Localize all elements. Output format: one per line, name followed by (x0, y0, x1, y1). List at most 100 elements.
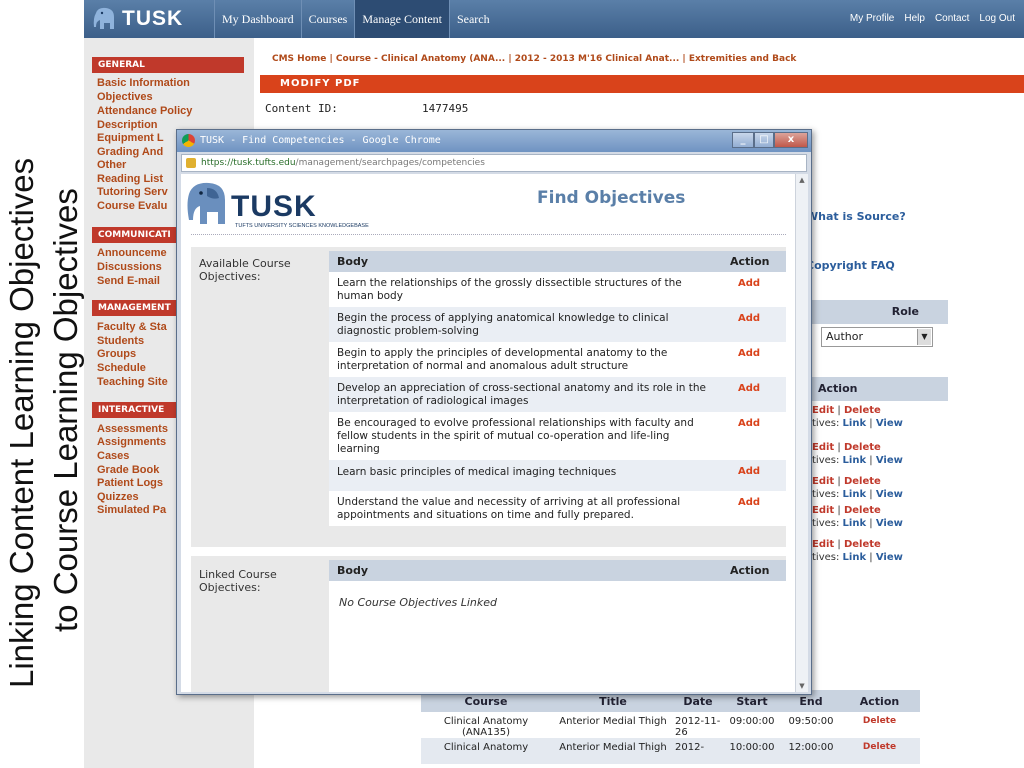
sidebar-item[interactable]: Equipment L (97, 132, 164, 144)
sidebar-item[interactable]: Attendance Policy (97, 105, 192, 117)
col-body: Body (329, 560, 722, 581)
nav-search[interactable]: Search (448, 0, 497, 38)
address-bar[interactable]: https://tusk.tufts.edu/management/search… (181, 154, 807, 172)
add-button[interactable]: Add (722, 412, 786, 460)
sidebar-item[interactable]: Send E-mail (97, 275, 160, 287)
scroll-down-icon[interactable]: ▼ (796, 680, 808, 692)
delete-link[interactable]: Delete (844, 476, 881, 487)
table-row: Begin the process of applying anatomical… (329, 307, 786, 342)
available-label: Available Course Objectives: (199, 257, 291, 283)
nav-my-profile[interactable]: My Profile (845, 0, 899, 38)
what-is-source-link[interactable]: What is Source? (806, 210, 906, 223)
cell-end: 12:00:00 (783, 738, 839, 764)
link-link[interactable]: Link (843, 518, 867, 529)
link-link[interactable]: Link (843, 552, 867, 563)
view-link[interactable]: View (876, 552, 903, 563)
action-row: Edit | Delete tives: Link | View (812, 476, 903, 500)
delete-link[interactable]: Delete (844, 505, 881, 516)
add-button[interactable]: Add (722, 272, 786, 307)
view-link[interactable]: View (876, 489, 903, 500)
view-link[interactable]: View (876, 455, 903, 466)
window-titlebar[interactable]: TUSK - Find Competencies - Google Chrome… (177, 130, 811, 152)
link-link[interactable]: Link (843, 418, 867, 429)
nav-courses[interactable]: Courses (300, 0, 355, 38)
objective-body: Begin to apply the principles of develop… (329, 342, 722, 377)
cell-title: Anterior Medial Thigh (559, 716, 667, 727)
window-title: TUSK - Find Competencies - Google Chrome (200, 135, 441, 146)
delete-link[interactable]: Delete (844, 405, 881, 416)
minimize-icon[interactable]: _ (732, 132, 754, 148)
sidebar-item[interactable]: Objectives (97, 91, 153, 103)
delete-link[interactable]: Delete (844, 539, 881, 550)
close-icon[interactable]: x (774, 132, 808, 148)
maximize-icon[interactable]: □ (754, 132, 774, 148)
delete-link[interactable]: Delete (839, 712, 920, 738)
linked-objectives-table: Body Action (329, 560, 786, 692)
view-link[interactable]: View (876, 518, 903, 529)
action-header: Action (808, 377, 948, 401)
sidebar-item[interactable]: Assignments (97, 436, 166, 448)
sidebar-item[interactable]: Faculty & Sta (97, 321, 167, 333)
sidebar-item[interactable]: Announceme (97, 247, 167, 259)
cell-course: Clinical Anatomy (421, 738, 551, 764)
content-id-value: 1477495 (422, 102, 469, 115)
add-button[interactable]: Add (722, 491, 786, 526)
content-id-label: Content ID: (265, 102, 338, 115)
edit-link[interactable]: Edit (812, 505, 834, 516)
action-prefix: tives: (812, 489, 840, 500)
action-prefix: tives: (812, 518, 840, 529)
sidebar-item[interactable]: Teaching Site (97, 376, 168, 388)
nav-contact[interactable]: Contact (930, 0, 974, 38)
link-link[interactable]: Link (843, 489, 867, 500)
role-select[interactable]: Author ▼ (821, 327, 933, 347)
nav-manage-content[interactable]: Manage Content (354, 0, 449, 38)
sidebar-item[interactable]: Course Evalu (97, 200, 167, 212)
edit-link[interactable]: Edit (812, 405, 834, 416)
objective-body: Learn basic principles of medical imagin… (329, 460, 722, 491)
delete-link[interactable]: Delete (844, 442, 881, 453)
sidebar-item[interactable]: Simulated Pa (97, 504, 166, 516)
edit-link[interactable]: Edit (812, 476, 834, 487)
slide-title-line-2: to Course Learning Objectives (47, 188, 84, 632)
sidebar-item[interactable]: Reading List (97, 173, 163, 185)
view-link[interactable]: View (876, 418, 903, 429)
delete-link[interactable]: Delete (839, 738, 920, 764)
sidebar-item[interactable]: Basic Information (97, 77, 190, 89)
action-prefix: tives: (812, 552, 840, 563)
sidebar-item[interactable]: Cases (97, 450, 129, 462)
tusk-logo[interactable]: TUSK (92, 4, 183, 34)
sidebar-item[interactable]: Other (97, 159, 126, 171)
section-bar-modify-pdf: MODIFY PDF (260, 75, 1024, 93)
copyright-faq-link[interactable]: Copyright FAQ (806, 259, 895, 272)
edit-link[interactable]: Edit (812, 539, 834, 550)
scroll-up-icon[interactable]: ▲ (796, 174, 808, 186)
sidebar-item[interactable]: Grading And (97, 146, 163, 158)
table-row: Learn the relationships of the grossly d… (329, 272, 786, 307)
table-row: Learn basic principles of medical imagin… (329, 460, 786, 491)
sidebar-item[interactable]: Tutoring Serv (97, 186, 168, 198)
sidebar-item[interactable]: Quizzes (97, 491, 139, 503)
linked-label: Linked Course Objectives: (199, 568, 277, 594)
add-button[interactable]: Add (722, 377, 786, 412)
divider (191, 234, 786, 235)
sidebar-item[interactable]: Groups (97, 348, 136, 360)
sidebar-item[interactable]: Patient Logs (97, 477, 163, 489)
role-header: Role (808, 300, 948, 324)
link-link[interactable]: Link (843, 455, 867, 466)
sidebar-item[interactable]: Students (97, 335, 144, 347)
nav-log-out[interactable]: Log Out (974, 0, 1020, 38)
sidebar-item[interactable]: Description (97, 119, 158, 131)
add-button[interactable]: Add (722, 307, 786, 342)
sidebar-item[interactable]: Assessments (97, 423, 168, 435)
objective-body: Be encouraged to evolve professional rel… (329, 412, 722, 460)
breadcrumb[interactable]: CMS Home | Course - Clinical Anatomy (AN… (272, 54, 796, 64)
sidebar-item[interactable]: Grade Book (97, 464, 159, 476)
sidebar-item[interactable]: Discussions (97, 261, 162, 273)
edit-link[interactable]: Edit (812, 442, 834, 453)
scrollbar[interactable]: ▲ ▼ (795, 174, 808, 692)
nav-my-dashboard[interactable]: My Dashboard (214, 0, 301, 38)
add-button[interactable]: Add (722, 342, 786, 377)
nav-help[interactable]: Help (899, 0, 930, 38)
add-button[interactable]: Add (722, 460, 786, 491)
sidebar-item[interactable]: Schedule (97, 362, 146, 374)
